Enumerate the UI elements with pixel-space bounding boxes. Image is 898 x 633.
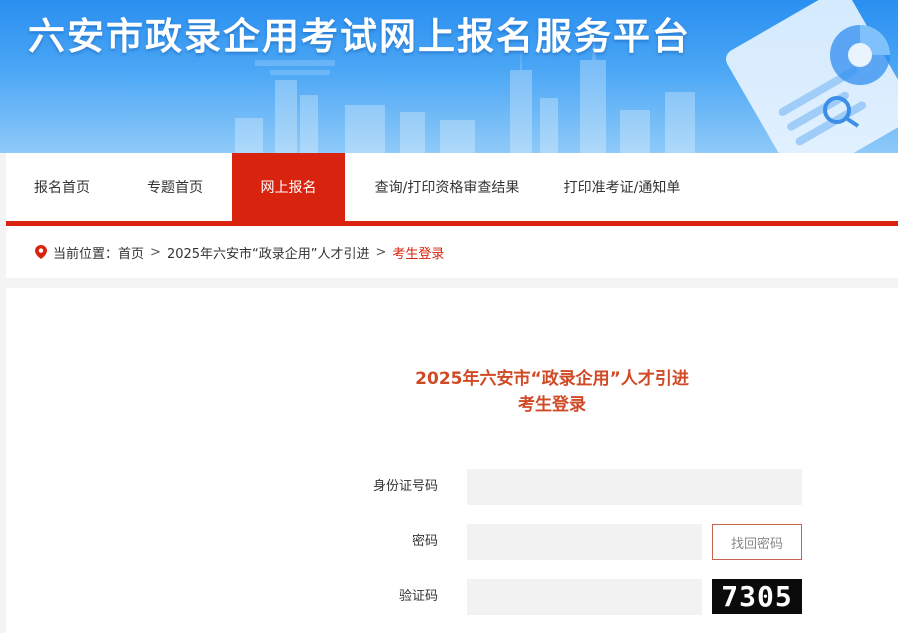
breadcrumb-separator: > — [150, 244, 161, 260]
password-label: 密码 — [411, 534, 438, 549]
breadcrumb-current: 考生登录 — [392, 246, 445, 262]
login-panel: 2025年六安市“政录企用”人才引进 考生登录 身份证号码 密码 找回密码 验证… — [6, 288, 898, 633]
site-title: 六安市政录企用考试网上报名服务平台 — [28, 15, 691, 58]
breadcrumb-project-link[interactable]: 2025年六安市“政录企用”人才引进 — [167, 243, 370, 262]
captcha-label: 验证码 — [398, 589, 438, 604]
id-number-row: 身份证号码 — [6, 469, 898, 505]
login-title: 2025年六安市“政录企用”人才引进 考生登录 — [6, 366, 898, 418]
header-banner: 六安市政录企用考试网上报名服务平台 — [0, 0, 898, 153]
breadcrumb-home-link[interactable]: 首页 — [118, 243, 144, 262]
nav-item-home[interactable]: 报名首页 — [6, 153, 118, 221]
password-row: 密码 找回密码 — [6, 524, 898, 560]
nav-item-query-results[interactable]: 查询/打印资格审查结果 — [345, 153, 549, 221]
password-input[interactable] — [467, 524, 702, 560]
login-title-subtitle: 考生登录 — [518, 395, 586, 415]
main-nav: 报名首页 专题首页 网上报名 查询/打印资格审查结果 打印准考证/通知单 — [6, 153, 898, 221]
nav-item-topic-home[interactable]: 专题首页 — [118, 153, 232, 221]
find-password-button[interactable]: 找回密码 — [712, 524, 802, 560]
id-number-input[interactable] — [467, 469, 802, 505]
breadcrumb-prefix: 当前位置： — [53, 246, 119, 262]
id-number-label: 身份证号码 — [372, 479, 438, 494]
nav-item-print-admission[interactable]: 打印准考证/通知单 — [549, 153, 695, 221]
captcha-input[interactable] — [467, 579, 702, 615]
breadcrumb-separator: > — [375, 244, 387, 260]
login-title-project: 2025年六安市“政录企用”人才引进 — [415, 369, 689, 389]
nav-item-online-registration[interactable]: 网上报名 — [232, 153, 345, 221]
captcha-image[interactable]: 7305 — [712, 579, 802, 614]
breadcrumb: 当前位置： 首页 > 2025年六安市“政录企用”人才引进 > 考生登录 — [6, 226, 898, 278]
location-pin-icon — [35, 245, 47, 259]
captcha-row: 验证码 7305 — [6, 579, 898, 615]
